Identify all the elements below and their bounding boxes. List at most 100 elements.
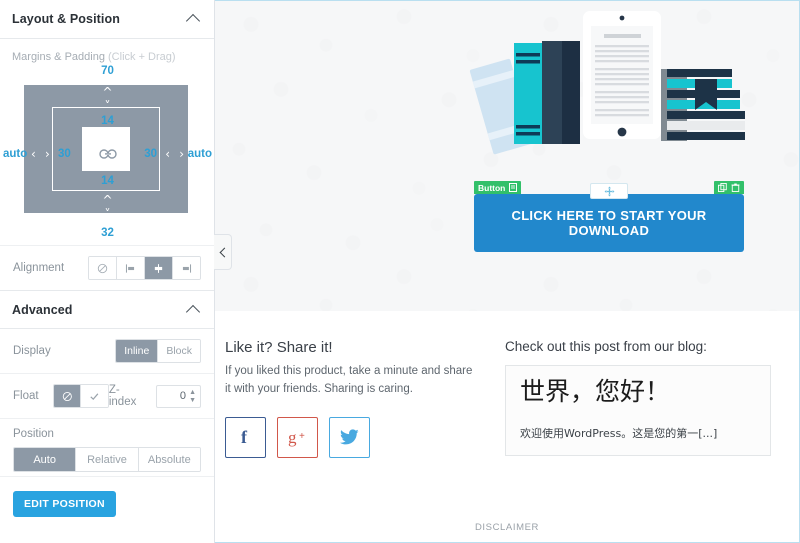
trash-icon[interactable] bbox=[731, 183, 740, 192]
display-button-group[interactable]: Inline Block bbox=[115, 339, 201, 363]
panel-header-advanced[interactable]: Advanced bbox=[0, 290, 214, 329]
chevron-right-icon-margin-right[interactable]: › bbox=[179, 148, 184, 160]
padding-left-value[interactable]: 30 bbox=[58, 148, 71, 160]
blog-column: Check out this post from our blog: 世界，您好… bbox=[493, 339, 789, 458]
alignment-none-button[interactable] bbox=[89, 257, 116, 279]
svg-text:+: + bbox=[299, 431, 305, 442]
position-relative-button[interactable]: Relative bbox=[75, 448, 138, 471]
float-on-button[interactable] bbox=[80, 385, 108, 407]
margin-right-value[interactable]: auto bbox=[188, 148, 212, 160]
padding-top-value[interactable]: 14 bbox=[101, 115, 114, 127]
lower-content: Like it? Share it! If you liked this pro… bbox=[215, 311, 799, 542]
button-module[interactable]: Button CLICK HERE TO START YOUR DOWNLOAD bbox=[474, 181, 744, 252]
module-toolbar: Button bbox=[474, 181, 744, 199]
position-auto-button[interactable]: Auto bbox=[14, 448, 76, 471]
zindex-control[interactable]: Z-index 0 ▲ ▼ bbox=[109, 384, 201, 408]
display-inline-button[interactable]: Inline bbox=[116, 340, 158, 362]
padding-right-value[interactable]: 30 bbox=[144, 148, 157, 160]
zindex-label: Z-index bbox=[108, 384, 137, 408]
app-root: Layout & Position Margins & Padding (Cli… bbox=[0, 0, 800, 543]
social-links: f g + bbox=[225, 416, 493, 458]
chevron-down-icon-margin-bottom[interactable]: ˅ bbox=[105, 208, 111, 220]
chevron-up-icon-advanced[interactable] bbox=[187, 303, 201, 317]
margins-padding-hint: (Click + Drag) bbox=[108, 51, 176, 63]
chevron-up-icon[interactable] bbox=[187, 12, 201, 26]
edit-position-button[interactable]: EDIT POSITION bbox=[13, 491, 116, 517]
alignment-left-button[interactable] bbox=[116, 257, 144, 279]
module-tag[interactable]: Button bbox=[474, 181, 522, 194]
google-plus-share-link[interactable]: g + bbox=[277, 416, 318, 458]
align-right-icon bbox=[182, 263, 192, 273]
float-button-group[interactable] bbox=[52, 384, 109, 408]
facebook-share-link[interactable]: f bbox=[225, 416, 266, 458]
google-plus-icon: g + bbox=[288, 428, 305, 447]
zindex-value: 0 bbox=[179, 390, 186, 402]
float-label: Float bbox=[13, 390, 39, 402]
check-icon bbox=[90, 392, 99, 400]
edit-position-row: EDIT POSITION bbox=[0, 476, 214, 531]
margins-padding-label: Margins & Padding (Click + Drag) bbox=[0, 39, 214, 63]
hero-section bbox=[215, 1, 799, 311]
share-body: If you liked this product, take a minute… bbox=[225, 365, 473, 395]
blog-post-title: 世界，您好！ bbox=[520, 377, 671, 406]
position-block: Position Auto Relative Absolute bbox=[0, 418, 214, 476]
duplicate-icon[interactable] bbox=[718, 183, 727, 192]
settings-sidebar: Layout & Position Margins & Padding (Cli… bbox=[0, 0, 215, 543]
margins-padding-widget[interactable]: 70 14 14 32 auto 30 30 auto ^ ˅ ^ ˅ ‹ › … bbox=[0, 63, 214, 245]
alignment-button-group[interactable] bbox=[88, 256, 201, 280]
chevron-up-icon-padding-bottom[interactable]: ^ bbox=[102, 194, 112, 206]
margin-top-value[interactable]: 70 bbox=[101, 65, 114, 77]
twitter-icon bbox=[340, 429, 359, 445]
zindex-input[interactable]: 0 ▲ ▼ bbox=[155, 384, 201, 408]
blog-heading: Check out this post from our blog: bbox=[505, 339, 707, 354]
display-label: Display bbox=[13, 345, 51, 357]
sidebar-collapse-handle[interactable] bbox=[214, 234, 232, 270]
display-row: Display Inline Block bbox=[0, 329, 214, 373]
facebook-icon: f bbox=[241, 427, 248, 447]
align-left-icon bbox=[125, 263, 135, 273]
no-entry-icon bbox=[62, 391, 72, 401]
module-tag-label: Button bbox=[478, 182, 506, 193]
svg-text:f: f bbox=[241, 427, 248, 447]
align-center-icon bbox=[154, 263, 163, 273]
alignment-row: Alignment bbox=[0, 245, 214, 290]
float-zindex-row: Float Z-index 0 ▲ ▼ bbox=[0, 373, 214, 418]
disclaimer-text: DISCLAIMER bbox=[474, 522, 540, 533]
alignment-label: Alignment bbox=[13, 262, 65, 274]
page-preview: Button CLICK HERE TO START YOUR DOWNLOAD… bbox=[215, 0, 800, 543]
panel-title-layout-position: Layout & Position bbox=[12, 12, 120, 26]
margins-padding-text: Margins & Padding bbox=[12, 51, 105, 63]
panel-header-layout-position[interactable]: Layout & Position bbox=[0, 0, 214, 39]
alignment-right-button[interactable] bbox=[172, 257, 200, 279]
link-icon[interactable] bbox=[98, 149, 117, 159]
move-arrows-icon bbox=[604, 186, 614, 196]
float-none-button[interactable] bbox=[53, 385, 81, 407]
stepper-arrows-icon[interactable]: ▲ ▼ bbox=[189, 389, 196, 405]
chevron-left-icon-margin-left[interactable]: ‹ bbox=[31, 148, 36, 160]
alignment-center-button[interactable] bbox=[144, 257, 172, 279]
margin-left-value[interactable]: auto bbox=[3, 148, 27, 160]
twitter-share-link[interactable] bbox=[329, 416, 370, 458]
chevron-right-icon-padding-left[interactable]: › bbox=[45, 148, 50, 160]
share-heading: Like it? Share it! bbox=[225, 339, 333, 356]
blog-post-card[interactable]: 世界，您好！ 欢迎使用WordPress。这是您的第一[...] bbox=[505, 365, 771, 456]
chevron-down-icon-padding-top[interactable]: ˅ bbox=[105, 100, 111, 112]
content-columns: Like it? Share it! If you liked this pro… bbox=[215, 339, 799, 458]
position-absolute-button[interactable]: Absolute bbox=[137, 448, 200, 471]
position-segmented-control[interactable]: Auto Relative Absolute bbox=[13, 447, 201, 472]
download-cta-button[interactable]: CLICK HERE TO START YOUR DOWNLOAD bbox=[474, 194, 744, 252]
svg-text:g: g bbox=[288, 428, 297, 447]
module-icon bbox=[509, 183, 518, 192]
chevron-left-icon-padding-right[interactable]: ‹ bbox=[165, 148, 170, 160]
position-label: Position bbox=[13, 428, 54, 440]
books-and-tablet-illustration bbox=[447, 3, 767, 188]
blog-post-excerpt: 欢迎使用WordPress。这是您的第一[...] bbox=[520, 426, 718, 440]
margin-bottom-value[interactable]: 32 bbox=[101, 227, 114, 239]
chevron-up-icon-margin-top[interactable]: ^ bbox=[102, 86, 112, 98]
panel-title-advanced: Advanced bbox=[12, 302, 73, 317]
no-entry-icon bbox=[97, 263, 108, 273]
padding-bottom-value[interactable]: 14 bbox=[101, 175, 114, 187]
module-drag-handle[interactable] bbox=[590, 183, 628, 199]
module-actions[interactable] bbox=[714, 181, 744, 194]
display-block-button[interactable]: Block bbox=[157, 340, 200, 362]
